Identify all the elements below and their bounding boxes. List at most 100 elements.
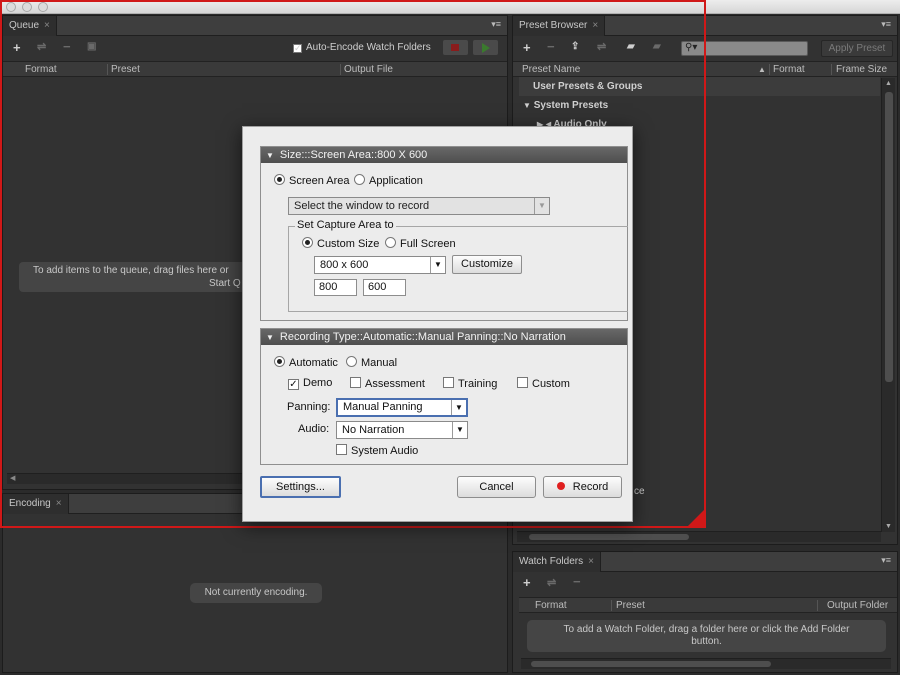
add-preset-icon[interactable]: + [523,40,531,55]
size-select[interactable]: 800 x 600 ▼ [314,256,446,274]
minimize-window-icon[interactable] [22,2,32,12]
application-radio[interactable]: Application [354,174,423,187]
panel-menu-icon[interactable]: ▾≡ [881,555,891,566]
col-output-file[interactable]: Output File [344,64,393,75]
manual-label: Manual [361,357,398,369]
recording-type-section: ▼ Recording Type::Automatic::Manual Panni… [260,328,628,465]
close-tab-icon[interactable]: × [592,20,598,31]
collapse-icon: ▼ [266,151,274,160]
unchecked-icon [350,377,361,388]
scroll-left-icon[interactable]: ◀ [10,474,15,482]
preset-h-scrollbar[interactable] [517,531,881,542]
col-frame-size[interactable]: Frame Size [836,64,887,75]
system-audio-checkbox[interactable]: System Audio [336,444,418,457]
close-tab-icon[interactable]: × [56,498,62,509]
col-preset[interactable]: Preset [111,64,140,75]
settings-sliders-icon[interactable]: ⇌ [37,40,46,53]
col-preset-name[interactable]: Preset Name [522,64,580,75]
list-item[interactable]: ▼ System Presets [519,96,880,115]
record-button[interactable]: Record [543,476,622,498]
queue-column-header: Format Preset Output File [3,61,507,77]
assessment-label: Assessment [365,378,425,390]
settings-button[interactable]: Settings... [260,476,341,498]
assessment-checkbox[interactable]: Assessment [350,377,425,390]
preset-search-input[interactable]: ⚲▾ [681,41,808,56]
sort-up-icon[interactable]: ▲ [758,65,766,74]
preset-v-scrollbar[interactable]: ▲ ▼ [881,78,895,532]
queue-empty-text: To add items to the queue, drag files he… [33,265,229,276]
window-select[interactable]: Select the window to record ▼ [288,197,550,215]
add-icon[interactable]: + [13,40,21,55]
manual-radio[interactable]: Manual [346,356,397,369]
import-preset-icon[interactable]: ⇪ [571,41,579,52]
col-format[interactable]: Format [773,64,805,75]
col-format[interactable]: Format [25,64,57,75]
resize-handle-icon[interactable] [686,510,704,528]
custom-size-radio[interactable]: Custom Size [302,237,379,250]
audio-select[interactable]: No Narration ▼ [336,421,468,439]
duplicate-icon[interactable]: ▣ [87,41,96,52]
queue-tabbar: Queue × ▾≡ [3,16,507,36]
remove-preset-icon[interactable]: − [547,39,555,54]
tab-queue[interactable]: Queue × [3,16,57,36]
folder-settings-icon[interactable]: ⇌ [547,576,556,589]
remove-icon[interactable]: − [63,39,71,54]
folder-icon[interactable]: ▰ [653,41,661,52]
full-screen-radio[interactable]: Full Screen [385,237,456,250]
automatic-radio[interactable]: Automatic [274,356,338,369]
close-tab-icon[interactable]: × [44,20,50,31]
preset-column-header: Preset Name ▲ Format Frame Size [513,61,897,77]
scroll-up-icon[interactable]: ▲ [885,80,892,87]
col-format[interactable]: Format [535,600,567,611]
col-preset[interactable]: Preset [616,600,645,611]
cancel-button[interactable]: Cancel [457,476,536,498]
col-output-folder[interactable]: Output Folder [827,600,888,611]
apply-preset-button[interactable]: Apply Preset [821,40,893,57]
new-group-icon[interactable]: ▰ [627,41,635,52]
close-tab-icon[interactable]: × [588,556,594,567]
size-section-header[interactable]: ▼ Size:::Screen Area::800 X 600 [261,147,627,163]
tab-watch-label: Watch Folders [519,556,584,567]
custom-size-label: Custom Size [317,238,380,250]
remove-folder-icon[interactable]: − [573,574,581,589]
watch-empty-text: To add a Watch Folder, drag a folder her… [563,624,850,635]
tab-watch-folders[interactable]: Watch Folders × [513,552,601,572]
add-folder-icon[interactable]: + [523,575,531,590]
encoding-status: Not currently encoding. [190,583,322,603]
radio-on-icon [274,356,285,367]
training-checkbox[interactable]: Training [443,377,497,390]
screen-area-radio[interactable]: Screen Area [274,174,350,187]
demo-checkbox[interactable]: ✓ Demo [288,377,332,390]
preset-settings-icon[interactable]: ⇌ [597,40,606,53]
queue-h-scrollbar[interactable]: ◀ [7,473,247,484]
customize-button[interactable]: Customize [452,255,522,274]
stop-queue-button[interactable] [443,40,468,55]
watch-tabbar: Watch Folders × ▾≡ [513,552,897,572]
scroll-thumb[interactable] [529,534,689,540]
panel-menu-icon[interactable]: ▾≡ [881,19,891,30]
queue-empty-text-2: Start Q [209,278,241,289]
panning-label: Panning: [287,401,331,413]
watch-h-scrollbar[interactable] [521,658,891,669]
width-field[interactable]: 800 [314,279,357,296]
system-audio-label: System Audio [351,445,419,457]
tab-encoding[interactable]: Encoding × [3,494,69,514]
list-item[interactable]: User Presets & Groups [519,77,880,96]
scroll-down-icon[interactable]: ▼ [885,523,892,530]
custom-checkbox[interactable]: Custom [517,377,570,390]
panel-menu-icon[interactable]: ▾≡ [491,19,501,30]
zoom-window-icon[interactable] [38,2,48,12]
tab-preset-browser[interactable]: Preset Browser × [513,16,606,36]
disclosure-open-icon[interactable]: ▼ [519,101,531,110]
auto-encode-checkbox[interactable]: ✓ Auto-Encode Watch Folders [293,42,431,53]
height-field[interactable]: 600 [363,279,406,296]
scroll-thumb[interactable] [531,661,771,667]
recording-header-text: Recording Type::Automatic::Manual Pannin… [279,331,566,343]
start-queue-button[interactable] [473,40,498,55]
panning-select[interactable]: Manual Panning ▼ [336,398,468,417]
capture-area-group: Set Capture Area to Custom Size Full Scr… [288,219,628,312]
radio-off-icon [346,356,357,367]
scroll-thumb[interactable] [885,92,893,382]
close-window-icon[interactable] [6,2,16,12]
recording-section-header[interactable]: ▼ Recording Type::Automatic::Manual Panni… [261,329,627,345]
